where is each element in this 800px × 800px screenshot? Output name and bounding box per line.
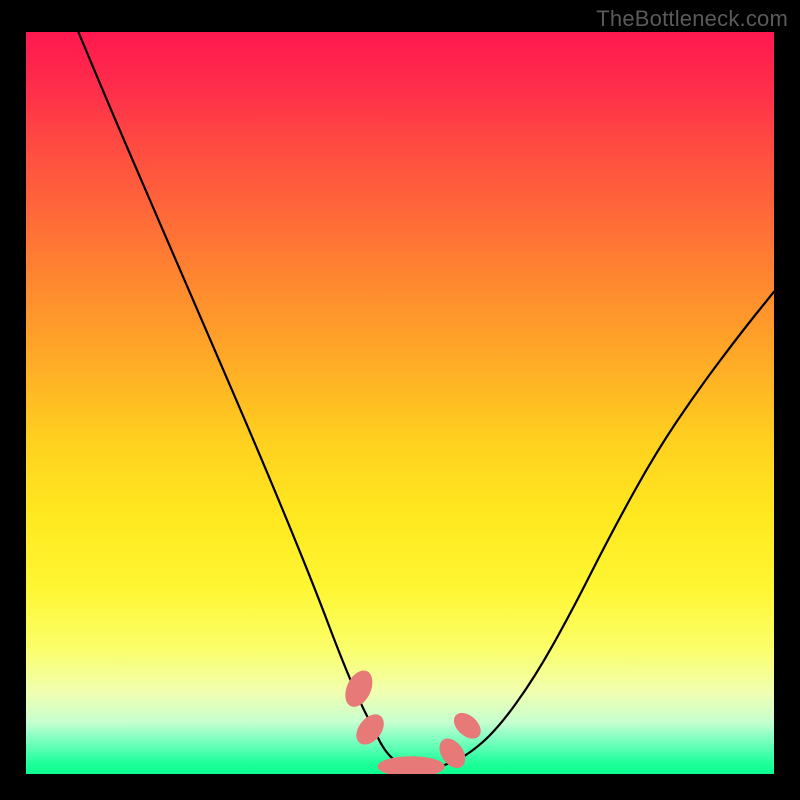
marker-group [340, 666, 486, 774]
chart-overlay [26, 32, 774, 774]
marker-1 [340, 666, 378, 711]
marker-5 [449, 708, 486, 744]
bottleneck-curve [78, 32, 774, 770]
marker-3 [378, 756, 445, 774]
marker-2 [351, 709, 390, 750]
watermark-text: TheBottleneck.com [596, 6, 788, 32]
plot-area [26, 32, 774, 774]
chart-frame: TheBottleneck.com [0, 0, 800, 800]
